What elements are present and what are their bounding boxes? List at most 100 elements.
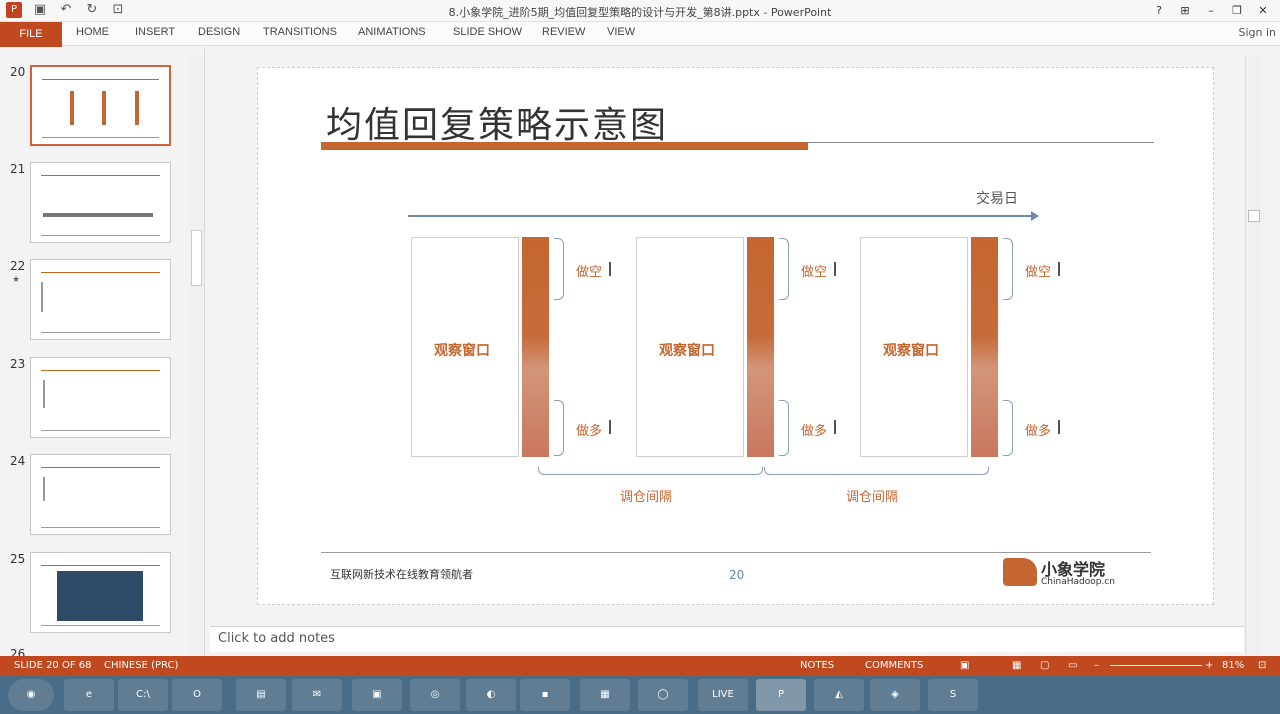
s-app-icon[interactable]: S [928,679,978,711]
terminal-icon[interactable]: ▣ [352,679,402,711]
start-button-icon[interactable]: ◉ [8,679,54,711]
chrome-icon[interactable]: ◎ [410,679,460,711]
tab-insert[interactable]: INSERT [135,26,175,38]
slide-thumbnails-pane: 20 21 22 ★ 23 24 25 26 [0,47,205,656]
minimize-icon[interactable]: – [1198,0,1224,22]
normal-view-icon[interactable]: ▣ [960,660,969,671]
ribbon-tabs: HOME INSERT DESIGN TRANSITIONS ANIMATION… [0,22,1280,46]
thumbnail-bar [135,91,139,125]
short-label: 做空 [1025,265,1052,280]
thumbnail-title-line [41,272,160,273]
thumbnail-text-block [43,380,113,408]
tab-view[interactable]: VIEW [607,26,635,38]
footer-text: 互联网新技术在线教育领航者 [330,568,473,581]
thumbnail-title-line [41,175,160,176]
tab-file[interactable]: FILE [0,22,62,47]
window-title: 8.小象学院_进阶5期_均值回复型策略的设计与开发_第8讲.pptx - Pow… [448,6,832,19]
calculator-icon[interactable]: ▦ [580,679,630,711]
thumbnail-text-block [43,477,123,501]
short-brace [1003,238,1013,300]
slide-thumbnail[interactable] [30,65,171,146]
slide-thumbnail[interactable] [30,454,171,535]
long-label: 做多 [801,424,828,439]
tab-transitions[interactable]: TRANSITIONS [263,26,337,38]
slide-thumbnail[interactable] [30,552,171,633]
thumbnail-title-line [42,79,159,80]
ribbon-display-icon[interactable]: ⊞ [1172,0,1198,22]
footer-rule [321,552,1151,553]
app-icon[interactable]: ▪ [520,679,570,711]
python-icon[interactable]: ◈ [870,679,920,711]
interval-label: 调仓间隔 [846,490,899,505]
tab-slide-show[interactable]: SLIDE SHOW [453,26,522,38]
short-brace [554,238,564,300]
zoom-out-icon[interactable]: – [1094,660,1099,671]
long-label: 做多 [576,424,603,439]
thumbnails-scroll-thumb[interactable] [191,230,202,286]
thumbnail-title-line [41,467,160,468]
tab-design[interactable]: DESIGN [198,26,240,38]
thumbnails-scrollbar[interactable] [190,55,204,655]
short-label: 做空 [576,265,603,280]
os-taskbar: ◉ e C:\ O ▤ ✉ ▣ ◎ ◐ ▪ ▦ ◯ LIVE P ◭ ◈ S [0,676,1280,714]
zoom-in-icon[interactable]: + [1205,660,1213,671]
thumbnail-number: 20 [10,65,26,79]
notes-button[interactable]: NOTES [800,660,834,671]
thumbnail-code-block [57,571,143,621]
slide-thumbnail[interactable] [30,357,171,438]
powerpoint-icon[interactable]: P [756,679,806,711]
elephant-logo-icon [1003,558,1037,586]
thumbnail-number: 25 [10,552,26,566]
observation-window: 观察窗口 [860,237,968,457]
thumbnail-number: 24 [10,454,26,468]
short-label: 做空 [801,265,828,280]
outlook-icon[interactable]: O [172,679,222,711]
ie-icon[interactable]: e [64,679,114,711]
editor-scroll-thumb[interactable] [1248,210,1260,222]
slide-thumbnail[interactable] [30,162,171,243]
tab-home[interactable]: HOME [76,26,109,38]
up-arrow-icon [609,420,611,434]
tab-animations[interactable]: ANIMATIONS [358,26,426,38]
language-indicator[interactable]: CHINESE (PRC) [104,660,178,671]
sign-in-link[interactable]: Sign in [1238,26,1276,39]
down-arrow-icon [834,262,836,276]
close-icon[interactable]: ✕ [1250,0,1276,22]
elephant-app-icon[interactable]: ◐ [466,679,516,711]
slide-canvas[interactable]: 均值回复策略示意图 交易日 观察窗口 做空 做多 观察窗口 做空 做多 观察窗口 [257,67,1214,605]
observation-window: 观察窗口 [411,237,519,457]
slide-sorter-icon[interactable]: ▦ [1012,660,1021,671]
thumbnail-text-block [41,282,81,312]
help-icon[interactable]: ? [1146,0,1172,22]
explorer-icon[interactable]: ▤ [236,679,286,711]
slideshow-icon[interactable]: ▭ [1068,660,1077,671]
reading-view-icon[interactable]: ▢ [1040,660,1049,671]
unity-icon[interactable]: ◭ [814,679,864,711]
restore-icon[interactable]: ❐ [1224,0,1250,22]
animation-star-icon: ★ [12,275,21,285]
down-arrow-icon [1058,262,1060,276]
tab-review[interactable]: REVIEW [542,26,585,38]
slide-thumbnail[interactable] [30,259,171,340]
notes-placeholder[interactable]: Click to add notes [218,631,335,646]
live-icon[interactable]: LIVE [698,679,748,711]
slide-number: 20 [729,568,745,582]
editor-scrollbar[interactable] [1245,55,1262,655]
zoom-level[interactable]: 81% [1222,660,1244,671]
axis-label: 交易日 [976,191,1018,207]
slide-title[interactable]: 均值回复策略示意图 [326,96,668,148]
cmd-icon[interactable]: C:\ [118,679,168,711]
wechat-icon[interactable]: ◯ [638,679,688,711]
up-arrow-icon [834,420,836,434]
comments-button[interactable]: COMMENTS [865,660,923,671]
thumbnail-footer-line [41,332,160,333]
long-brace [779,400,789,456]
fit-slide-icon[interactable]: ⊡ [1258,660,1266,671]
notes-pane[interactable]: Click to add notes [210,626,1244,652]
thumbnail-number: 23 [10,357,26,371]
zoom-slider[interactable] [1110,665,1202,666]
thumbnail-number: 22 [10,259,26,273]
title-bar: P ▣ ↶ ↻ ⊡ 8.小象学院_进阶5期_均值回复型策略的设计与开发_第8讲.… [0,0,1280,22]
mail-icon[interactable]: ✉ [292,679,342,711]
signal-bar [747,237,774,457]
